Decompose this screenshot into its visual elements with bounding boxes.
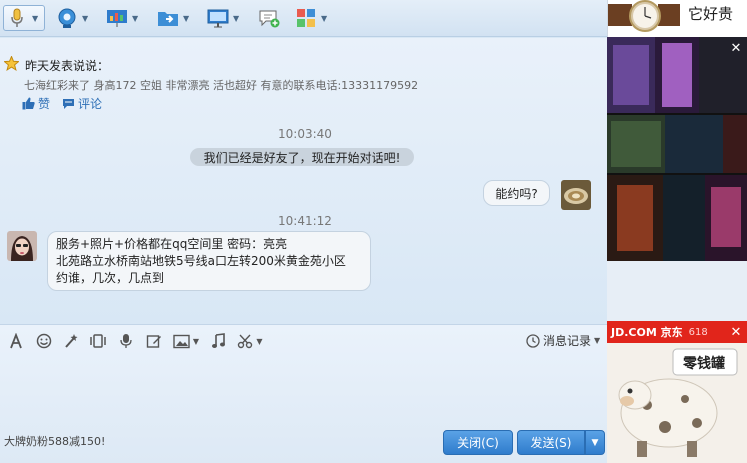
- comment-icon: [63, 99, 75, 109]
- voice-call-button[interactable]: ▼: [3, 5, 45, 31]
- watch-image: [608, 0, 680, 37]
- chevron-down-icon: ▼: [132, 13, 139, 23]
- game-ad[interactable]: ✕: [607, 37, 747, 261]
- edit-icon: [146, 335, 161, 348]
- notice-text: 七海红彩来了 身高172 空姐 非常漂亮 活也超好 有意的联系电话:133311…: [24, 79, 419, 92]
- chat-history[interactable]: 昨天发表说说： 七海红彩来了 身高172 空姐 非常漂亮 活也超好 有意的联系电…: [0, 38, 607, 324]
- close-button[interactable]: 关闭(C): [443, 430, 513, 455]
- chevron-down-icon: ▼: [233, 13, 240, 23]
- star-icon: [3, 55, 20, 74]
- screen-share-button[interactable]: ▼: [205, 5, 245, 31]
- jd-brand: JD.COM 京东: [611, 326, 683, 339]
- image-button[interactable]: ▼: [170, 330, 202, 352]
- chat-add-icon: [256, 6, 282, 30]
- vibrate-icon: [90, 334, 106, 348]
- message-line: 服务+照片+价格都在qq空间里 密码：亮亮: [56, 237, 288, 251]
- microphone-icon: [120, 334, 132, 348]
- input-area: ▼ ▼ 消息记录 ▼ 大牌奶粉588减150! 关闭(C) 发送(S) ▼: [0, 324, 607, 463]
- message-line: 约谁，几次，几点到: [56, 271, 165, 285]
- emoji-button[interactable]: [33, 330, 55, 352]
- scissors-icon: [238, 334, 253, 349]
- chevron-down-icon: ▼: [256, 336, 263, 346]
- remote-desktop-button[interactable]: ▼: [104, 5, 144, 31]
- watch-ad[interactable]: 它好贵: [607, 0, 747, 37]
- smiley-icon: [36, 333, 52, 349]
- incoming-message: 服务+照片+价格都在qq空间里 密码：亮亮 北苑路立水桥南站地铁5号线a口左转2…: [47, 231, 371, 291]
- contact-avatar[interactable]: [7, 231, 37, 261]
- piggy-ad-text: 零钱罐: [683, 356, 725, 372]
- watch-ad-text: 它好贵: [688, 5, 734, 23]
- timestamp: 10:03:40: [278, 127, 332, 141]
- message-line: 北苑路立水桥南站地铁5号线a口左转200米黄金苑小区: [56, 254, 346, 268]
- message-input[interactable]: [0, 355, 607, 427]
- screenshot-button[interactable]: ▼: [234, 330, 266, 352]
- comment-label: 评论: [78, 97, 103, 111]
- chevron-down-icon: ▼: [594, 336, 601, 345]
- new-discussion-button[interactable]: [256, 5, 284, 31]
- send-options-button[interactable]: ▼: [585, 430, 605, 455]
- font-icon: [10, 333, 22, 349]
- jd-ad-header: JD.COM 京东 618: [607, 321, 747, 343]
- chat-window: ▼ ▼ ▼ ▼ ▼ ▼ 昨天发表说说： 七海红彩来了 身高172 空姐 非常漂亮…: [0, 0, 607, 463]
- microphone-icon: [4, 6, 30, 30]
- close-icon[interactable]: ✕: [728, 40, 744, 56]
- chevron-down-icon: ▼: [32, 13, 39, 23]
- vibrate-button[interactable]: [86, 330, 110, 352]
- presentation-icon: [104, 6, 130, 30]
- chevron-down-icon: ▼: [183, 13, 190, 23]
- jd-ad[interactable]: JD.COM 京东 618 ✕ 零钱罐: [607, 321, 747, 463]
- video-call-button[interactable]: ▼: [54, 5, 94, 31]
- like-label: 赞: [38, 97, 51, 111]
- status-notice: 昨天发表说说：: [3, 55, 110, 74]
- my-avatar: [561, 180, 591, 210]
- send-button[interactable]: 发送(S): [517, 430, 585, 455]
- toolbar: ▼ ▼ ▼ ▼ ▼ ▼: [0, 0, 607, 37]
- jd-badge: 618: [688, 326, 708, 338]
- notice-actions: 赞 评论: [22, 95, 102, 112]
- app-center-button[interactable]: ▼: [293, 5, 333, 31]
- chevron-down-icon: ▼: [321, 13, 328, 23]
- magic-wand-icon: [65, 334, 78, 348]
- game-screenshots-image: [607, 37, 747, 261]
- chevron-down-icon: ▼: [82, 13, 89, 23]
- font-button[interactable]: [5, 330, 27, 352]
- chevron-down-icon: ▼: [192, 336, 200, 346]
- outgoing-message: 能约吗?: [483, 180, 550, 206]
- notice-title: 昨天发表说说：: [25, 58, 110, 73]
- music-button[interactable]: [207, 330, 229, 352]
- piggy-bank-image: [607, 343, 747, 463]
- doodle-button[interactable]: [143, 330, 165, 352]
- ad-gap: [607, 261, 747, 321]
- send-file-button[interactable]: ▼: [155, 5, 195, 31]
- camera-icon: [54, 6, 80, 30]
- timestamp: 10:41:12: [278, 214, 332, 228]
- comment-link[interactable]: 评论: [62, 95, 102, 112]
- system-message: 我们已经是好友了，现在开始对话吧!: [190, 148, 414, 166]
- image-icon: [173, 334, 190, 348]
- folder-icon: [155, 6, 181, 30]
- thumbs-up-icon: [22, 97, 35, 110]
- footer-ad-link[interactable]: 大牌奶粉588减150!: [4, 433, 105, 449]
- history-label: 消息记录: [543, 334, 592, 348]
- apps-grid-icon: [293, 6, 319, 30]
- message-history-button[interactable]: 消息记录 ▼: [526, 332, 600, 349]
- close-icon[interactable]: ✕: [728, 324, 744, 340]
- like-link[interactable]: 赞: [22, 95, 50, 112]
- clock-icon: [526, 333, 540, 348]
- magic-button[interactable]: [60, 330, 82, 352]
- monitor-icon: [205, 6, 231, 30]
- voice-message-button[interactable]: [115, 330, 137, 352]
- chevron-down-icon: ▼: [591, 437, 599, 448]
- music-note-icon: [212, 333, 225, 348]
